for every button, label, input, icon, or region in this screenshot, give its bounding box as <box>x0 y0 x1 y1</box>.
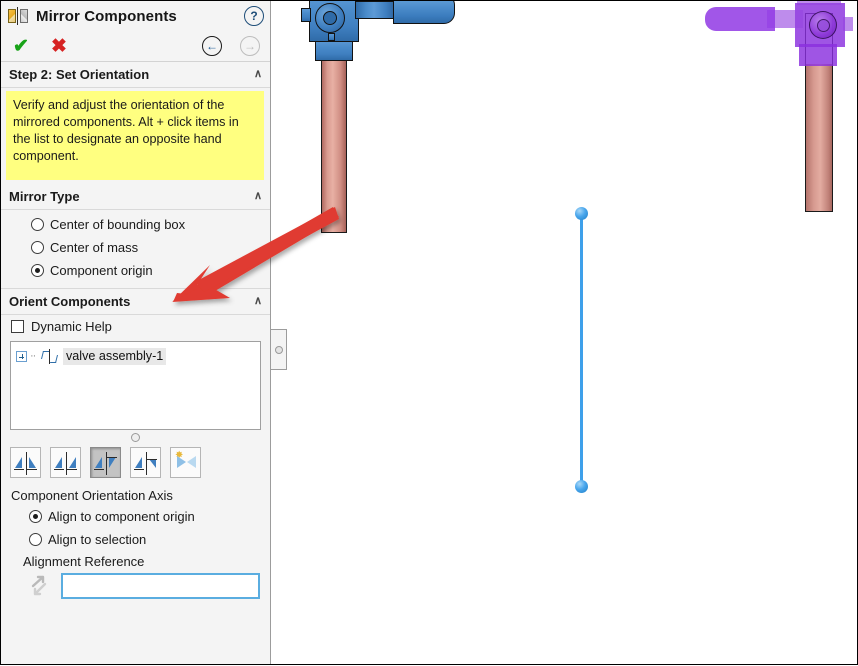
alignment-reference-row <box>1 571 270 599</box>
radio-indicator <box>29 533 42 546</box>
mirror-orientation-3-button[interactable] <box>90 447 121 478</box>
property-manager-panel: Mirror Components ? ✔ ✖ ← → Step 2: Set … <box>1 1 287 664</box>
radio-center-of-bounding-box[interactable]: Center of bounding box <box>1 213 270 236</box>
radio-label: Align to component origin <box>48 509 195 524</box>
list-item[interactable]: ·· valve assembly-1 <box>16 347 256 366</box>
upper-flange-mirrored <box>797 1 841 5</box>
handle-grip-mirrored <box>705 7 775 31</box>
radio-align-to-component-origin[interactable]: Align to component origin <box>1 505 270 528</box>
mirror-orientation-4-button[interactable] <box>130 447 161 478</box>
radio-align-to-selection[interactable]: Align to selection <box>1 528 270 551</box>
handle-arm-original <box>355 1 397 19</box>
section-title-orient-components: Orient Components <box>9 294 131 309</box>
section-header-orient-components[interactable]: Orient Components ∧ <box>1 289 270 315</box>
radio-indicator <box>31 241 44 254</box>
checkbox-dynamic-help[interactable]: Dynamic Help <box>1 315 270 337</box>
chevron-up-icon[interactable]: ∧ <box>254 67 262 80</box>
step-help-text: Verify and adjust the orientation of the… <box>6 91 264 180</box>
page-title: Mirror Components <box>36 7 177 25</box>
radio-component-origin[interactable]: Component origin <box>1 259 270 282</box>
panel-title-bar: Mirror Components ? <box>1 1 270 31</box>
valve-tab-original <box>328 33 335 41</box>
tab-dot-icon <box>274 345 283 354</box>
component-tree-list[interactable]: ·· valve assembly-1 <box>10 341 261 430</box>
section-title-step2: Step 2: Set Orientation <box>9 67 150 82</box>
chevron-up-icon[interactable]: ∧ <box>254 189 262 202</box>
accept-checkmark-icon[interactable]: ✔ <box>11 36 31 56</box>
alignment-reference-label: Alignment Reference <box>23 554 145 569</box>
mirror-type-options: Center of bounding box Center of mass Co… <box>1 210 270 289</box>
component-orientation-axis-label: Component Orientation Axis <box>11 488 173 503</box>
side-port-mirrored <box>843 17 853 31</box>
cancel-x-icon[interactable]: ✖ <box>49 36 69 56</box>
radio-indicator-selected <box>29 510 42 523</box>
resize-grip-handle[interactable] <box>131 433 140 442</box>
selection-arrow-icon <box>29 574 51 598</box>
radio-label: Component origin <box>50 263 153 278</box>
valve-knob-inner-mirrored <box>817 19 830 32</box>
lower-collar-original <box>315 39 353 61</box>
panel-expand-tab[interactable] <box>271 329 287 370</box>
forward-arrow-icon[interactable]: → <box>240 36 260 56</box>
mirror-components-icon <box>8 7 28 25</box>
radio-indicator <box>31 218 44 231</box>
section-header-step2[interactable]: Step 2: Set Orientation ∧ <box>1 62 270 88</box>
orientation-toolbar: ✸ <box>1 444 270 484</box>
handle-grip-original <box>393 1 455 24</box>
radio-center-of-mass[interactable]: Center of mass <box>1 236 270 259</box>
mirror-component-icon <box>41 349 58 364</box>
radio-indicator-selected <box>31 264 44 277</box>
back-arrow-icon[interactable]: ← <box>202 36 222 56</box>
checkbox-label: Dynamic Help <box>31 319 112 334</box>
chevron-up-icon[interactable]: ∧ <box>254 294 262 307</box>
axis-line <box>580 214 583 489</box>
list-item-label: valve assembly-1 <box>63 348 167 365</box>
radio-label: Center of bounding box <box>50 217 186 232</box>
graphics-viewport[interactable] <box>271 1 857 664</box>
mirror-components-window: Mirror Components ? ✔ ✖ ← → Step 2: Set … <box>0 0 858 665</box>
mirror-orientation-1-button[interactable] <box>10 447 41 478</box>
lower-collar-mirrored <box>799 44 837 66</box>
valve-knob-inner-original <box>323 11 337 25</box>
expand-plus-icon[interactable] <box>16 351 27 362</box>
help-question-icon[interactable]: ? <box>244 6 264 26</box>
mirror-orientation-2-button[interactable] <box>50 447 81 478</box>
tree-connector: ·· <box>30 350 36 362</box>
mirror-preview-toggle-button[interactable]: ✸ <box>170 447 201 478</box>
checkbox-indicator <box>11 320 24 333</box>
pipe-original <box>321 59 347 233</box>
axis-endpoint-top[interactable] <box>575 207 588 220</box>
alignment-reference-input[interactable] <box>61 573 260 599</box>
radio-label: Center of mass <box>50 240 139 255</box>
side-port-original <box>301 8 311 22</box>
section-title-mirror-type: Mirror Type <box>9 189 80 204</box>
radio-label: Align to selection <box>48 532 147 547</box>
panel-action-bar: ✔ ✖ ← → <box>1 31 270 62</box>
section-header-mirror-type[interactable]: Mirror Type ∧ <box>1 184 270 210</box>
axis-endpoint-bottom[interactable] <box>575 480 588 493</box>
